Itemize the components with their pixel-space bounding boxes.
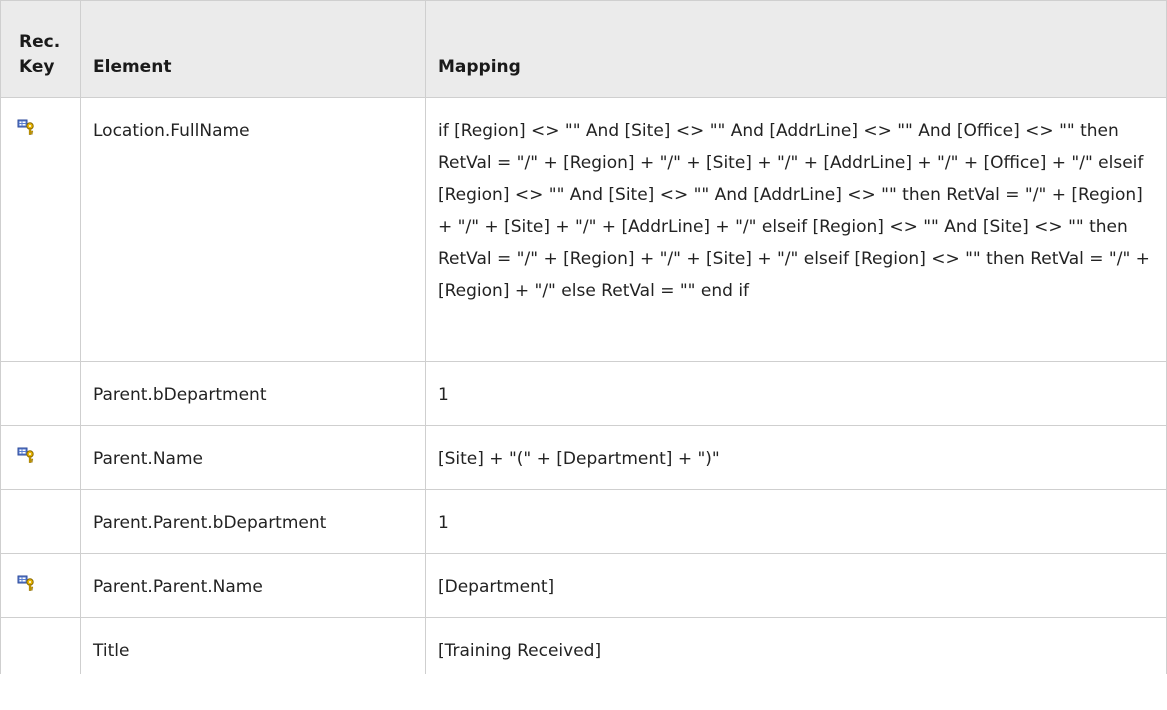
mapping-cell: [Training Received] <box>425 618 1167 674</box>
header-rec-key: Rec. Key <box>0 1 80 97</box>
header-rec-key-line1: Rec. <box>19 32 61 52</box>
rec-key-cell <box>0 98 80 361</box>
key-icon <box>17 447 34 463</box>
element-cell: Location.FullName <box>80 98 425 361</box>
mapping-cell: if [Region] <> "" And [Site] <> "" And [… <box>425 98 1167 361</box>
mapping-cell: 1 <box>425 362 1167 425</box>
header-mapping: Mapping <box>425 1 1167 97</box>
key-icon <box>17 119 34 135</box>
rec-key-cell <box>0 426 80 489</box>
mapping-cell: [Site] + "(" + [Department] + ")" <box>425 426 1167 489</box>
table-row: Parent.Name [Site] + "(" + [Department] … <box>0 426 1167 490</box>
table-row: Parent.Parent.Name [Department] <box>0 554 1167 618</box>
element-cell: Parent.Parent.bDepartment <box>80 490 425 553</box>
element-cell: Title <box>80 618 425 674</box>
element-cell: Parent.bDepartment <box>80 362 425 425</box>
element-cell: Parent.Parent.Name <box>80 554 425 617</box>
mapping-table: Rec. Key Element Mapping Location.FullNa… <box>0 0 1167 674</box>
rec-key-cell <box>0 554 80 617</box>
header-rec-key-line2: Key <box>19 57 55 77</box>
rec-key-cell <box>0 490 80 553</box>
header-element: Element <box>80 1 425 97</box>
element-cell: Parent.Name <box>80 426 425 489</box>
rec-key-cell <box>0 362 80 425</box>
key-icon <box>17 575 34 591</box>
mapping-cell: 1 <box>425 490 1167 553</box>
table-row: Parent.bDepartment 1 <box>0 362 1167 426</box>
mapping-cell: [Department] <box>425 554 1167 617</box>
table-row: Parent.Parent.bDepartment 1 <box>0 490 1167 554</box>
table-row: Location.FullName if [Region] <> "" And … <box>0 98 1167 362</box>
table-row: Title [Training Received] <box>0 618 1167 674</box>
rec-key-cell <box>0 618 80 674</box>
table-header-row: Rec. Key Element Mapping <box>0 0 1167 98</box>
